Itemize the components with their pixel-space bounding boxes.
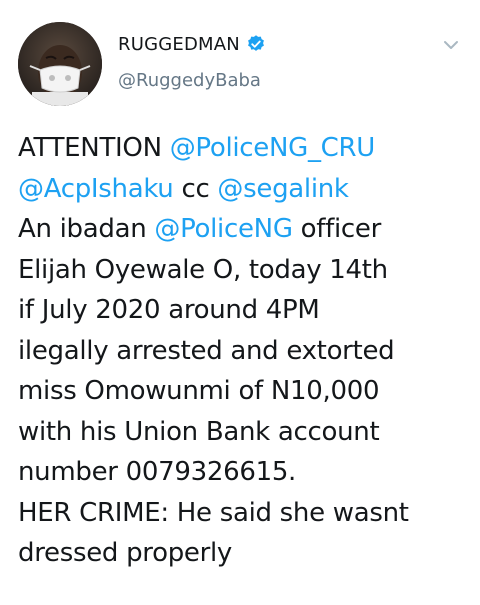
mention-link[interactable]: @PoliceNG_CRU bbox=[170, 133, 376, 163]
tweet-header: RUGGEDMAN @RuggedyBaba bbox=[18, 22, 462, 108]
text-segment: cc bbox=[173, 173, 218, 204]
text-line: miss Omowunmi of N10,000 bbox=[18, 376, 380, 406]
mention-link[interactable]: @PoliceNG bbox=[154, 214, 293, 244]
verified-badge-icon bbox=[246, 34, 266, 54]
author-names: RUGGEDMAN @RuggedyBaba bbox=[118, 32, 266, 91]
author-handle[interactable]: @RuggedyBaba bbox=[118, 70, 266, 91]
text-segment: officer bbox=[292, 214, 382, 244]
display-name[interactable]: RUGGEDMAN bbox=[118, 34, 240, 55]
text-line: Elijah Oyewale O, today 14th bbox=[18, 254, 388, 285]
mention-link[interactable]: @AcpIshaku bbox=[18, 174, 174, 204]
tweet-card: RUGGEDMAN @RuggedyBaba ATTENTION @Police… bbox=[0, 0, 480, 605]
text-line: HER CRIME: He said she wasnt bbox=[18, 497, 409, 528]
tweet-text: ATTENTION @PoliceNG_CRU @AcpIshaku cc @s… bbox=[18, 128, 468, 574]
display-name-row: RUGGEDMAN bbox=[118, 32, 266, 56]
text-line: with his Union Bank account bbox=[18, 416, 380, 447]
text-line: ilegally arrested and extorted bbox=[18, 335, 395, 366]
text-segment: An ibadan bbox=[18, 214, 155, 244]
avatar[interactable] bbox=[18, 22, 102, 106]
text-segment: ATTENTION bbox=[18, 133, 170, 163]
text-line: number 0079326615. bbox=[18, 457, 297, 487]
avatar-photo bbox=[18, 22, 102, 106]
chevron-down-icon[interactable] bbox=[440, 34, 462, 56]
text-line: dressed properly bbox=[18, 538, 233, 568]
mention-link[interactable]: @segalink bbox=[217, 174, 349, 204]
text-line: if July 2020 around 4PM bbox=[18, 295, 320, 325]
